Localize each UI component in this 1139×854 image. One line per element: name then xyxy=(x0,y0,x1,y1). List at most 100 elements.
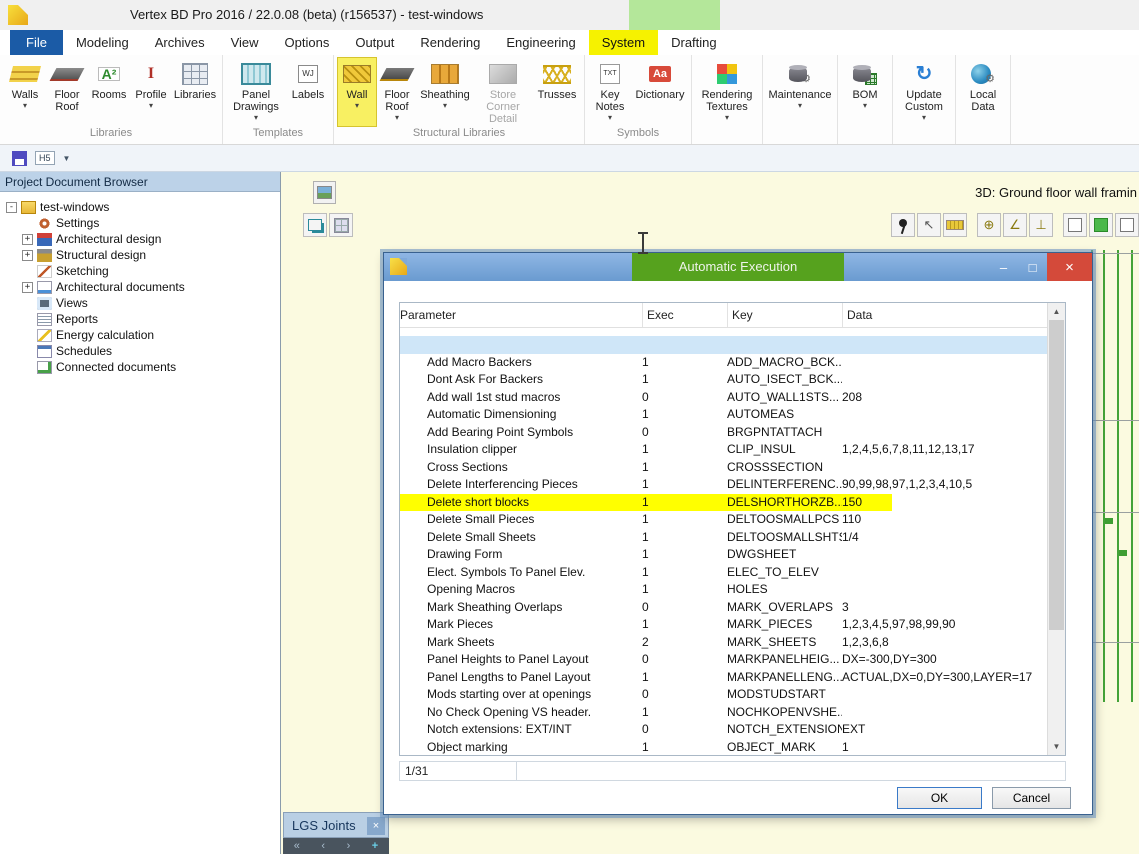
table-row[interactable]: Delete Small Pieces 1 DELTOOSMALLPCS 110 xyxy=(400,511,1048,529)
view-thumbnail-button[interactable] xyxy=(313,181,336,204)
bom-button[interactable]: BOM ▾ xyxy=(841,57,889,127)
snap-perpendicular-button[interactable]: ⊥ xyxy=(1029,213,1053,237)
vertical-scrollbar[interactable]: ▲ ▼ xyxy=(1047,303,1065,755)
menu-tab[interactable]: File xyxy=(10,30,63,55)
floor-roof-button[interactable]: Floor Roof xyxy=(47,57,87,127)
trusses-button[interactable]: Trusses xyxy=(533,57,581,127)
table-row[interactable]: Mark Sheets 2 MARK_SHEETS 1,2,3,6,8 xyxy=(400,634,1048,652)
table-row[interactable]: No Check Opening VS header. 1 NOCHKOPENV… xyxy=(400,704,1048,722)
expand-toggle-icon[interactable]: + xyxy=(22,234,33,245)
chevron-down-icon[interactable]: ▼ xyxy=(63,154,71,163)
table-row[interactable]: Delete short blocks 1 DELSHORTHORZB... 1… xyxy=(400,494,1048,512)
expand-toggle-icon[interactable]: + xyxy=(22,282,33,293)
maintenance-button[interactable]: ⚙ Maintenance ▾ xyxy=(766,57,834,127)
table-row[interactable]: Add wall 1st stud macros 0 AUTO_WALL1STS… xyxy=(400,389,1048,407)
nav-forward-icon[interactable]: › xyxy=(347,841,351,852)
table-row[interactable] xyxy=(400,336,1048,354)
tree-item[interactable]: Energy calculation xyxy=(0,327,280,343)
lgs-panel-titlebar[interactable]: LGS Joints × xyxy=(283,812,389,838)
key-notes-button[interactable]: TXT Key Notes ▾ xyxy=(588,57,632,127)
table-row[interactable]: Cross Sections 1 CROSSSECTION xyxy=(400,459,1048,477)
fit-view-button[interactable]: ↖ xyxy=(917,213,941,237)
cancel-button[interactable]: Cancel xyxy=(992,787,1071,809)
save-icon[interactable] xyxy=(12,151,27,166)
table-row[interactable]: Mark Sheathing Overlaps 0 MARK_OVERLAPS … xyxy=(400,599,1048,617)
update-custom-button[interactable]: ↻ Update Custom ▾ xyxy=(896,57,952,127)
menu-tab[interactable]: Archives xyxy=(142,30,218,55)
snap-center-button[interactable]: ⊕ xyxy=(977,213,1001,237)
tree-item[interactable]: Reports xyxy=(0,311,280,327)
menu-tab[interactable]: Engineering xyxy=(493,30,588,55)
wall-button[interactable]: Wall ▾ xyxy=(337,57,377,127)
menu-tab[interactable]: View xyxy=(218,30,272,55)
table-row[interactable]: Add Bearing Point Symbols 0 BRGPNTATTACH xyxy=(400,424,1048,442)
table-row[interactable]: Object marking 1 OBJECT_MARK 1 xyxy=(400,739,1048,757)
tree-item[interactable]: - test-windows xyxy=(0,199,280,215)
column-header[interactable]: Key xyxy=(727,303,842,327)
shaded-mode-button[interactable] xyxy=(1089,213,1113,237)
local-data-button[interactable]: ⚙ Local Data xyxy=(959,57,1007,127)
tree-item[interactable]: + Architectural documents xyxy=(0,279,280,295)
scroll-down-icon[interactable]: ▼ xyxy=(1048,738,1065,755)
table-row[interactable]: Delete Interferencing Pieces 1 DELINTERF… xyxy=(400,476,1048,494)
rendering-textures-button[interactable]: Rendering Textures ▾ xyxy=(695,57,759,127)
table-row[interactable]: Automatic Dimensioning 1 AUTOMEAS xyxy=(400,406,1048,424)
menu-tab[interactable]: Options xyxy=(272,30,343,55)
layout-h5-icon[interactable]: H5 xyxy=(35,151,55,165)
table-row[interactable]: Mods starting over at openings 0 MODSTUD… xyxy=(400,686,1048,704)
table-row[interactable]: Delete Small Sheets 1 DELTOOSMALLSHTS 1/… xyxy=(400,529,1048,547)
tree-item[interactable]: Schedules xyxy=(0,343,280,359)
ok-button[interactable]: OK xyxy=(897,787,982,809)
menu-tab[interactable]: Drafting xyxy=(658,30,730,55)
table-row[interactable]: Notch extensions: EXT/INT 0 NOTCH_EXTENS… xyxy=(400,721,1048,739)
nav-back-icon[interactable]: ‹ xyxy=(321,841,325,852)
table-row[interactable]: Elect. Symbols To Panel Elev. 1 ELEC_TO_… xyxy=(400,564,1048,582)
tree-item[interactable]: Settings xyxy=(0,215,280,231)
rooms-button[interactable]: A² Rooms xyxy=(87,57,131,127)
nav-first-icon[interactable]: « xyxy=(294,841,300,852)
measure-button[interactable] xyxy=(943,213,967,237)
maximize-button[interactable]: □ xyxy=(1018,253,1047,281)
profile-button[interactable]: I Profile ▾ xyxy=(131,57,171,127)
table-row[interactable]: Opening Macros 1 HOLES xyxy=(400,581,1048,599)
table-row[interactable]: Dont Ask For Backers 1 AUTO_ISECT_BCK... xyxy=(400,371,1048,389)
scroll-up-icon[interactable]: ▲ xyxy=(1048,303,1065,320)
pin-button[interactable] xyxy=(891,213,915,237)
tree-item[interactable]: Sketching xyxy=(0,263,280,279)
column-header[interactable]: Parameter xyxy=(400,303,642,327)
menu-tab[interactable]: Rendering xyxy=(407,30,493,55)
add-icon[interactable]: + xyxy=(372,841,378,852)
table-row[interactable]: Add Macro Backers 1 ADD_MACRO_BCK... xyxy=(400,354,1048,372)
panel-drawings-button[interactable]: Panel Drawings ▾ xyxy=(226,57,286,127)
close-button[interactable]: × xyxy=(1047,253,1092,281)
libraries-button[interactable]: Libraries xyxy=(171,57,219,127)
tree-item[interactable]: Connected documents xyxy=(0,359,280,375)
tree-item[interactable]: Views xyxy=(0,295,280,311)
wireframe-mode-button[interactable] xyxy=(1115,213,1139,237)
column-header[interactable]: Exec xyxy=(642,303,727,327)
menu-tab[interactable]: System xyxy=(589,30,658,55)
walls-button[interactable]: Walls ▾ xyxy=(3,57,47,127)
tree-item[interactable]: + Architectural design xyxy=(0,231,280,247)
sheathing-button[interactable]: Sheathing ▾ xyxy=(417,57,473,127)
expand-toggle-icon[interactable]: + xyxy=(22,250,33,261)
snap-angle-button[interactable]: ∠ xyxy=(1003,213,1027,237)
structural-floor-roof-button[interactable]: Floor Roof ▾ xyxy=(377,57,417,127)
table-row[interactable]: Mark Pieces 1 MARK_PIECES 1,2,3,4,5,97,9… xyxy=(400,616,1048,634)
table-row[interactable]: Panel Lengths to Panel Layout 1 MARKPANE… xyxy=(400,669,1048,687)
scrollbar-thumb[interactable] xyxy=(1049,320,1064,630)
column-header[interactable]: Data xyxy=(842,303,1048,327)
tile-views-button[interactable] xyxy=(329,213,353,237)
duplicate-view-button[interactable] xyxy=(303,213,327,237)
expand-toggle-icon[interactable]: - xyxy=(6,202,17,213)
dialog-titlebar[interactable]: Automatic Execution – □ × xyxy=(384,253,1092,281)
menu-tab[interactable]: Output xyxy=(342,30,407,55)
menu-tab[interactable]: Modeling xyxy=(63,30,142,55)
labels-button[interactable]: WJ Labels xyxy=(286,57,330,127)
tree-item[interactable]: + Structural design xyxy=(0,247,280,263)
minimize-button[interactable]: – xyxy=(989,253,1018,281)
table-row[interactable]: Panel Heights to Panel Layout 0 MARKPANE… xyxy=(400,651,1048,669)
dictionary-button[interactable]: Aa Dictionary xyxy=(632,57,688,127)
close-icon[interactable]: × xyxy=(367,817,385,835)
table-row[interactable]: Drawing Form 1 DWGSHEET xyxy=(400,546,1048,564)
